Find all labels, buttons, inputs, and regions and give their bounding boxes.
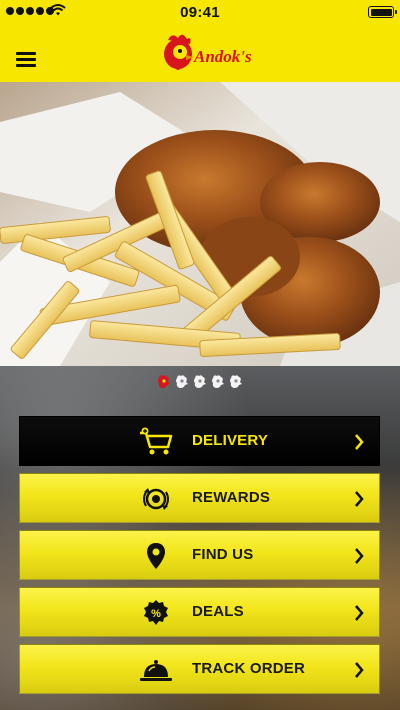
food-cloche-icon: [140, 660, 172, 681]
app-header: Andok's: [0, 24, 400, 82]
carousel-dot-5[interactable]: [228, 374, 243, 389]
chevron-right-icon: [355, 491, 364, 507]
rewards-label: REWARDS: [192, 489, 271, 506]
chevron-right-icon: [355, 548, 364, 564]
status-bar: 09:41: [0, 0, 400, 24]
delivery-cart-icon: [140, 427, 173, 455]
chevron-right-icon: [355, 662, 364, 678]
carousel-indicator[interactable]: [156, 374, 243, 389]
rewards-icon: [143, 488, 169, 510]
svg-text:%: %: [151, 608, 161, 620]
carousel-dot-3[interactable]: [192, 374, 207, 389]
status-time: 09:41: [180, 4, 220, 21]
hamburger-menu-icon[interactable]: [16, 52, 36, 68]
deals-label: DEALS: [192, 603, 244, 620]
carousel-dot-4[interactable]: [210, 374, 225, 389]
delivery-button[interactable]: DELIVERY: [19, 416, 380, 466]
hero-image: [0, 82, 400, 366]
carousel-dot-1[interactable]: [156, 374, 171, 389]
fried-chicken-and-fries-photo: [0, 82, 400, 366]
svg-text:Andok's: Andok's: [193, 47, 252, 66]
chevron-right-icon: [355, 605, 364, 621]
deals-percent-icon: %: [144, 600, 168, 625]
find-us-label: FIND US: [192, 546, 254, 563]
deals-button[interactable]: % DEALS: [19, 587, 380, 637]
carousel-dot-2[interactable]: [174, 374, 189, 389]
find-us-button[interactable]: FIND US: [19, 530, 380, 580]
track-order-label: TRACK ORDER: [192, 660, 306, 677]
rewards-button[interactable]: REWARDS: [19, 473, 380, 523]
battery-icon: [368, 6, 397, 18]
location-pin-icon: [147, 543, 165, 569]
chevron-right-icon: [355, 434, 364, 450]
track-order-button[interactable]: TRACK ORDER: [19, 644, 380, 694]
delivery-label: DELIVERY: [192, 432, 269, 449]
rooster-logo: Andok's: [164, 34, 252, 70]
